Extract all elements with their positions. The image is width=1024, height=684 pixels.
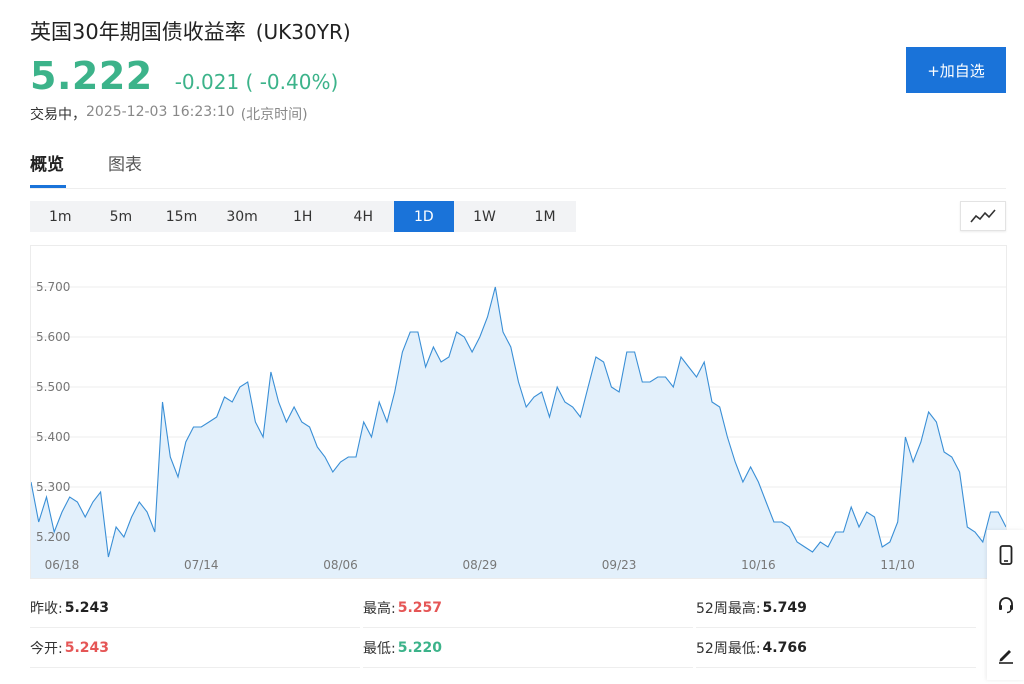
stats-row: 今开: 5.243 最低: 5.220 52周最低: 4.766 <box>30 628 990 668</box>
tab-overview[interactable]: 概览 <box>30 150 66 188</box>
stat-high: 最高: 5.257 <box>363 588 693 628</box>
range-4h[interactable]: 4H <box>333 201 394 232</box>
x-tick-label: 11/10 <box>880 558 915 572</box>
headset-icon <box>998 597 1013 614</box>
stat-value: 5.243 <box>64 639 110 656</box>
y-tick-label: 5.300 <box>36 480 70 494</box>
range-1m[interactable]: 1m <box>30 201 91 232</box>
tab-chart[interactable]: 图表 <box>108 150 142 188</box>
price-change: -0.021 ( -0.40%) <box>174 70 339 94</box>
line-chart-icon <box>970 209 996 223</box>
y-tick-label: 5.200 <box>36 530 70 544</box>
side-toolbar <box>987 530 1024 680</box>
range-5m[interactable]: 5m <box>91 201 152 232</box>
mobile-icon <box>999 545 1012 565</box>
stat-label: 昨收: <box>30 600 63 617</box>
chart-type-button[interactable] <box>960 201 1006 231</box>
mobile-button[interactable] <box>987 530 1024 580</box>
x-tick-label: 10/16 <box>741 558 776 572</box>
status-datetime: 2025-12-03 16:23:10 <box>86 104 235 120</box>
stats-row: 昨收: 5.243 最高: 5.257 52周最高: 5.749 <box>30 588 990 628</box>
status-timezone: (北京时间) <box>240 107 308 123</box>
stat-label: 52周最低: <box>696 640 761 657</box>
stat-value: 4.766 <box>762 639 807 656</box>
price-area <box>31 287 1006 578</box>
stat-value: 5.257 <box>397 599 443 616</box>
stat-label: 最低: <box>363 640 396 657</box>
x-tick-label: 07/14 <box>184 558 219 572</box>
stat-label: 最高: <box>363 600 396 617</box>
x-tick-label: 06/18 <box>45 558 80 572</box>
stat-label: 52周最高: <box>696 600 761 617</box>
y-tick-label: 5.600 <box>36 330 70 344</box>
instrument-name: 英国30年期国债收益率 <box>30 20 246 44</box>
stats-table: 昨收: 5.243 最高: 5.257 52周最高: 5.749 今开: 5.2… <box>30 588 990 668</box>
x-tick-label: 08/29 <box>463 558 498 572</box>
support-button[interactable] <box>987 580 1024 630</box>
stat-value: 5.220 <box>397 639 443 656</box>
range-1h[interactable]: 1H <box>272 201 333 232</box>
range-15m[interactable]: 15m <box>151 201 212 232</box>
time-range-selector: 1m 5m 15m 30m 1H 4H 1D 1W 1M <box>30 201 576 232</box>
status-label: 交易中， <box>30 107 86 123</box>
tab-divider <box>30 188 1006 189</box>
stat-value: 5.243 <box>64 599 110 616</box>
feedback-button[interactable] <box>987 630 1024 680</box>
y-tick-label: 5.500 <box>36 380 70 394</box>
price-chart[interactable]: 5.200 5.300 5.400 5.500 5.600 5.700 06/18 07/14… <box>30 245 1007 579</box>
y-tick-label: 5.700 <box>36 280 70 294</box>
y-tick-label: 5.400 <box>36 430 70 444</box>
price-row: 5.222 -0.021 ( -0.40%) <box>30 54 338 98</box>
range-1mo[interactable]: 1M <box>515 201 576 232</box>
last-price: 5.222 <box>30 54 153 98</box>
instrument-code: (UK30YR) <box>255 20 351 44</box>
pencil-icon <box>998 650 1013 664</box>
stat-open: 今开: 5.243 <box>30 628 360 668</box>
stat-value: 5.749 <box>762 599 807 616</box>
stat-52w-high: 52周最高: 5.749 <box>696 588 976 628</box>
stat-low: 最低: 5.220 <box>363 628 693 668</box>
price-chart-svg: 5.200 5.300 5.400 5.500 5.600 5.700 06/18 07/14… <box>31 280 1006 578</box>
x-tick-label: 08/06 <box>323 558 358 572</box>
tab-bar: 概览 图表 <box>30 150 186 188</box>
x-tick-label: 09/23 <box>602 558 637 572</box>
range-30m[interactable]: 30m <box>212 201 273 232</box>
range-1d[interactable]: 1D <box>393 201 455 232</box>
title-row: 英国30年期国债收益率 (UK30YR) <box>30 16 351 46</box>
add-watchlist-button[interactable]: +加自选 <box>906 47 1006 93</box>
range-1w[interactable]: 1W <box>454 201 515 232</box>
stat-label: 今开: <box>30 640 63 657</box>
trading-status: 交易中， 2025-12-03 16:23:10 (北京时间) <box>30 104 308 124</box>
stat-52w-low: 52周最低: 4.766 <box>696 628 976 668</box>
stat-prev-close: 昨收: 5.243 <box>30 588 360 628</box>
